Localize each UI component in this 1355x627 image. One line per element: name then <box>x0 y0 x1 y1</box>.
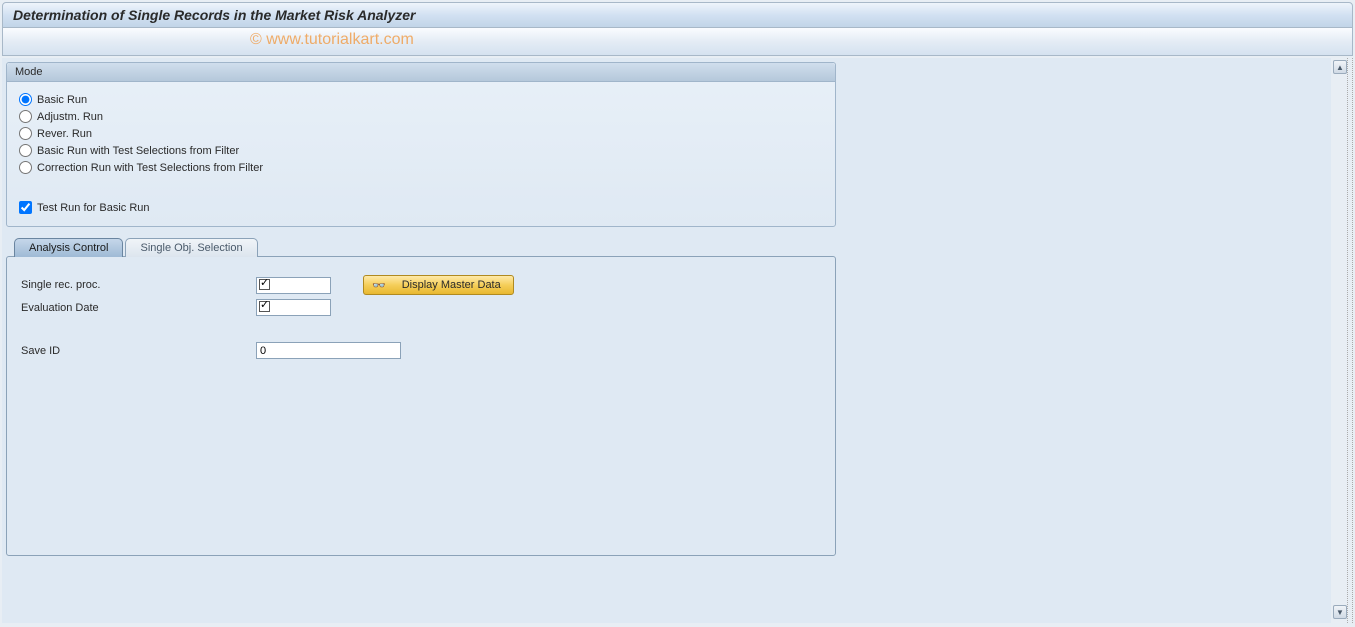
radio-correction-run-filter-label: Correction Run with Test Selections from… <box>37 162 263 174</box>
scroll-up-button[interactable]: ▲ <box>1333 60 1347 74</box>
mode-groupbox: Mode Basic Run Adjustm. Run Rever. Run B… <box>6 62 836 227</box>
radio-basic-run-filter-label: Basic Run with Test Selections from Filt… <box>37 145 239 157</box>
row-save-id: Save ID <box>21 342 821 359</box>
watermark-text: © www.tutorialkart.com <box>250 31 414 49</box>
page-title: Determination of Single Records in the M… <box>13 7 1342 23</box>
radio-rever-run-label: Rever. Run <box>37 128 92 140</box>
radio-adjustm-run[interactable]: Adjustm. Run <box>19 109 823 124</box>
radio-basic-run-filter-input[interactable] <box>19 144 32 157</box>
main-panel: Mode Basic Run Adjustm. Run Rever. Run B… <box>2 58 1331 623</box>
label-single-rec-proc: Single rec. proc. <box>21 279 256 291</box>
vertical-scrollbar[interactable]: ▲ ▼ <box>1331 58 1347 623</box>
radio-basic-run-input[interactable] <box>19 93 32 106</box>
input-save-id[interactable] <box>256 342 401 359</box>
radio-adjustm-run-input[interactable] <box>19 110 32 123</box>
content-area: Mode Basic Run Adjustm. Run Rever. Run B… <box>2 58 1353 623</box>
chevron-down-icon: ▼ <box>1336 608 1344 617</box>
tab-container: Analysis Control Single Obj. Selection S… <box>6 237 836 556</box>
display-master-data-button[interactable]: 👓 Display Master Data <box>363 275 514 295</box>
radio-basic-run-label: Basic Run <box>37 94 87 106</box>
radio-rever-run[interactable]: Rever. Run <box>19 126 823 141</box>
valuehelp-icon[interactable]: ✓ <box>260 276 269 289</box>
tab-content-analysis-control: Single rec. proc. ✓ 👓 Display Master Dat… <box>6 256 836 556</box>
radio-adjustm-run-label: Adjustm. Run <box>37 111 103 123</box>
tab-strip: Analysis Control Single Obj. Selection <box>14 237 836 256</box>
radio-correction-run-filter-input[interactable] <box>19 161 32 174</box>
radio-basic-run-filter[interactable]: Basic Run with Test Selections from Filt… <box>19 143 823 158</box>
spacer <box>21 320 821 342</box>
glasses-icon: 👓 <box>372 279 386 292</box>
scroll-down-button[interactable]: ▼ <box>1333 605 1347 619</box>
resize-handle[interactable] <box>1347 58 1353 623</box>
checkbox-test-run-input[interactable] <box>19 201 32 214</box>
radio-correction-run-filter[interactable]: Correction Run with Test Selections from… <box>19 160 823 175</box>
title-bar: Determination of Single Records in the M… <box>2 2 1353 28</box>
radio-basic-run[interactable]: Basic Run <box>19 92 823 107</box>
mode-group-header: Mode <box>7 63 835 82</box>
tab-single-obj-selection[interactable]: Single Obj. Selection <box>125 238 257 257</box>
label-evaluation-date: Evaluation Date <box>21 302 256 314</box>
valuehelp-icon[interactable]: ✓ <box>260 298 269 311</box>
checkbox-test-run-label: Test Run for Basic Run <box>37 202 150 214</box>
display-master-data-label: Display Master Data <box>402 279 501 291</box>
mode-group-body: Basic Run Adjustm. Run Rever. Run Basic … <box>7 82 835 226</box>
input-single-rec-proc-wrap: ✓ <box>256 277 331 294</box>
tab-analysis-control[interactable]: Analysis Control <box>14 238 123 257</box>
radio-rever-run-input[interactable] <box>19 127 32 140</box>
application-toolbar: © www.tutorialkart.com <box>2 28 1353 56</box>
checkbox-test-run[interactable]: Test Run for Basic Run <box>19 201 823 214</box>
chevron-up-icon: ▲ <box>1336 63 1344 72</box>
input-evaluation-date-wrap: ✓ <box>256 299 331 316</box>
row-evaluation-date: Evaluation Date ✓ <box>21 299 821 316</box>
row-single-rec-proc: Single rec. proc. ✓ 👓 Display Master Dat… <box>21 275 821 295</box>
label-save-id: Save ID <box>21 345 256 357</box>
